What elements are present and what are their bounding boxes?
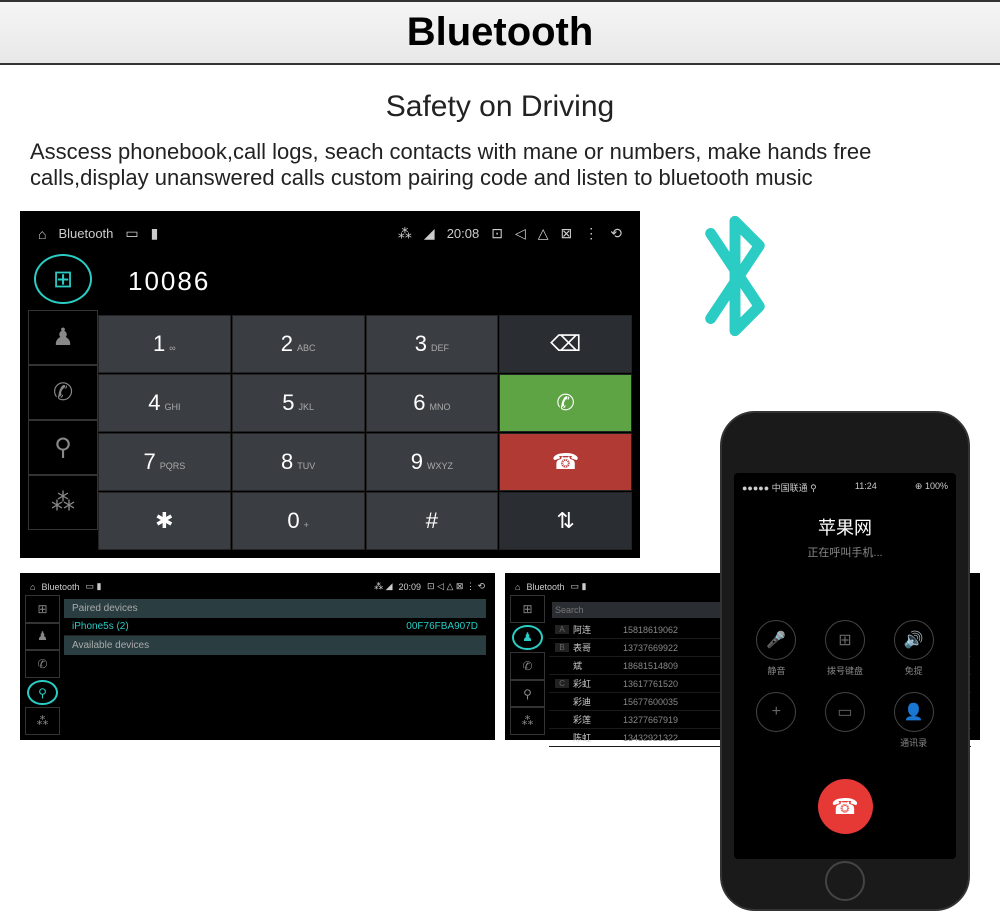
tab-dialpad[interactable]: ⊞ xyxy=(34,254,92,304)
clock: 20:08 xyxy=(447,226,480,241)
bluetooth-logo-icon xyxy=(670,191,800,389)
paired-device-row[interactable]: iPhone5s (2) 00F76FBA907D xyxy=(64,618,486,636)
tab-search[interactable]: ⚲ xyxy=(28,420,98,475)
tab-contacts[interactable]: ♟ xyxy=(512,625,543,651)
tab-dialpad[interactable]: ⊞ xyxy=(510,595,545,623)
key-call[interactable]: ✆ xyxy=(499,374,632,432)
back-icon[interactable]: ⟲ xyxy=(610,225,622,242)
key-8[interactable]: 8TUV xyxy=(232,433,365,491)
key-hangup[interactable]: ☎ xyxy=(499,433,632,491)
caller-name: 苹果网 xyxy=(742,514,948,540)
tab-bluetooth[interactable]: ⁂ xyxy=(25,707,60,735)
tab-contacts[interactable]: ♟ xyxy=(28,310,98,365)
key-9[interactable]: 9WXYZ xyxy=(366,433,499,491)
tab-calllog[interactable]: ✆ xyxy=(25,650,60,678)
tab-dialpad[interactable]: ⊞ xyxy=(25,595,60,623)
subtitle: Safety on Driving xyxy=(0,65,1000,139)
app-name: Bluetooth xyxy=(58,226,113,241)
tab-bluetooth[interactable]: ⁂ xyxy=(510,707,545,735)
card-icon: ▭ xyxy=(125,225,138,242)
camera-icon[interactable]: ⊡ xyxy=(491,225,503,242)
paired-devices-screen: ⌂ Bluetooth ▭ ▮ ⁂ ◢20:09 ⊡ ◁ △ ⊠ ⋮ ⟲ ⊞ ♟… xyxy=(20,573,495,740)
tab-calllog[interactable]: ✆ xyxy=(510,652,545,680)
tab-bluetooth[interactable]: ⁂ xyxy=(28,475,98,530)
add-call-button[interactable]: + xyxy=(756,692,796,749)
home-icon[interactable]: ⌂ xyxy=(38,226,46,242)
speaker-button[interactable]: 🔊免提 xyxy=(894,620,934,677)
key-2[interactable]: 2ABC xyxy=(232,315,365,373)
mute-button[interactable]: 🎤静音 xyxy=(756,620,796,677)
eject-icon[interactable]: △ xyxy=(538,225,549,242)
key-3[interactable]: 3DEF xyxy=(366,315,499,373)
key-4[interactable]: 4GHI xyxy=(98,374,231,432)
facetime-button[interactable]: ▭ xyxy=(825,692,865,749)
home-icon[interactable]: ⌂ xyxy=(30,582,35,592)
phone-mockup: ●●●●● 中国联通 ⚲11:24⊕ 100% 苹果网 正在呼叫手机... 🎤静… xyxy=(720,411,970,911)
tab-search[interactable]: ⚲ xyxy=(27,680,58,706)
key-7[interactable]: 7PQRS xyxy=(98,433,231,491)
status-bar: ⌂ Bluetooth ▭ ▮ ⁂ ◢ 20:08 ⊡ ◁ △ ⊠ ⋮ ⟲ xyxy=(28,219,632,248)
volume-icon[interactable]: ◁ xyxy=(515,225,526,242)
description-text: Asscess phonebook,call logs, seach conta… xyxy=(0,139,1000,211)
phone-status-bar: ●●●●● 中国联通 ⚲11:24⊕ 100% xyxy=(742,481,948,494)
keypad: 1∞ 2ABC 3DEF ⌫ 4GHI 5JKL 6MNO ✆ 7PQRS 8T… xyxy=(98,315,632,550)
key-star[interactable]: ✱ xyxy=(98,492,231,550)
contacts-button[interactable]: 👤通讯录 xyxy=(894,692,934,749)
tab-calllog[interactable]: ✆ xyxy=(28,365,98,420)
page-title: Bluetooth xyxy=(0,0,1000,65)
tab-search[interactable]: ⚲ xyxy=(510,680,545,708)
number-display: 10086 xyxy=(98,248,632,315)
key-6[interactable]: 6MNO xyxy=(366,374,499,432)
signal-icon: ◢ xyxy=(424,225,435,242)
key-hash[interactable]: # xyxy=(366,492,499,550)
end-call-button[interactable]: ☎ xyxy=(818,779,873,834)
close-icon[interactable]: ⊠ xyxy=(561,225,573,242)
available-header: Available devices xyxy=(64,636,486,655)
call-status: 正在呼叫手机... xyxy=(742,544,948,560)
home-icon[interactable]: ⌂ xyxy=(515,582,520,592)
paired-header: Paired devices xyxy=(64,599,486,618)
phone-home-button[interactable] xyxy=(825,861,865,901)
key-5[interactable]: 5JKL xyxy=(232,374,365,432)
dialer-screen: ⌂ Bluetooth ▭ ▮ ⁂ ◢ 20:08 ⊡ ◁ △ ⊠ ⋮ ⟲ ⊞ … xyxy=(20,211,640,558)
key-0[interactable]: 0+ xyxy=(232,492,365,550)
key-backspace[interactable]: ⌫ xyxy=(499,315,632,373)
tab-contacts[interactable]: ♟ xyxy=(25,623,60,651)
side-tabs: ⊞ ♟ ✆ ⚲ ⁂ xyxy=(28,248,98,550)
menu-icon[interactable]: ⋮ xyxy=(584,225,598,242)
key-transfer[interactable]: ⇅ xyxy=(499,492,632,550)
sd-icon: ▮ xyxy=(151,225,159,242)
key-1[interactable]: 1∞ xyxy=(98,315,231,373)
bt-icon: ⁂ xyxy=(398,225,412,242)
keypad-button[interactable]: ⊞拨号键盘 xyxy=(825,620,865,677)
